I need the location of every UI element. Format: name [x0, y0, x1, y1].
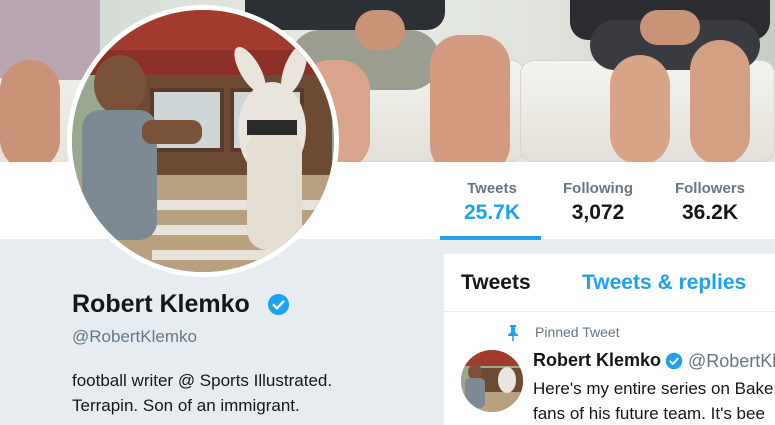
tweet-author-handle[interactable]: @RobertKle	[688, 351, 775, 372]
banner-person-hands	[640, 10, 700, 45]
verified-badge-icon	[267, 293, 290, 316]
stat-value: 25.7K	[463, 201, 521, 224]
stat-tweets[interactable]: Tweets 25.7K	[461, 180, 523, 225]
tab-tweets-and-replies[interactable]: Tweets & replies	[582, 271, 746, 295]
banner-person-leg	[690, 40, 750, 162]
banner-person-leg	[0, 60, 60, 162]
stat-label: Tweets	[467, 180, 517, 197]
banner-person-leg	[610, 55, 670, 162]
timeline-clip: Tweets Tweets & replies Pinned Tweet Rob…	[444, 254, 775, 425]
bio-line: Terrapin. Son of an immigrant.	[72, 396, 300, 415]
banner-person-hands	[355, 10, 405, 50]
pin-icon	[508, 325, 518, 341]
avatar-photo	[72, 10, 334, 272]
tweet-text[interactable]: Here's my entire series on Bake fans of …	[533, 376, 773, 425]
tab-tweets[interactable]: Tweets	[461, 271, 531, 295]
stat-value: 3,072	[571, 201, 625, 224]
tweet-text-line: fans of his future team. It's bee	[533, 404, 765, 423]
profile-name[interactable]: Robert Klemko	[72, 290, 250, 319]
tweet-avatar[interactable]	[461, 350, 523, 412]
stat-label: Following	[563, 180, 633, 197]
stat-label: Followers	[674, 180, 745, 197]
timeline-card: Tweets Tweets & replies Pinned Tweet Rob…	[444, 254, 775, 425]
profile-handle[interactable]: @RobertKlemko	[72, 327, 197, 347]
stat-followers[interactable]: Followers 36.2K	[671, 180, 749, 225]
tweet-avatar-photo	[461, 350, 523, 412]
bio-line: football writer @ Sports Illustrated.	[72, 371, 333, 390]
stat-following[interactable]: Following 3,072	[558, 180, 638, 225]
tweet-author-name[interactable]: Robert Klemko	[533, 350, 661, 371]
profile-bio: football writer @ Sports Illustrated. Te…	[72, 368, 332, 418]
timeline-panel: Tweets Tweets & replies Pinned Tweet Rob…	[440, 240, 775, 425]
timeline-tabs: Tweets Tweets & replies	[444, 254, 775, 312]
pinned-tweet-label: Pinned Tweet	[535, 324, 620, 340]
stat-value: 36.2K	[681, 201, 739, 224]
profile-avatar[interactable]	[67, 5, 339, 277]
verified-badge-icon	[665, 352, 683, 370]
tweet-text-line: Here's my entire series on Bake	[533, 379, 774, 398]
banner-person-leg	[430, 35, 510, 162]
